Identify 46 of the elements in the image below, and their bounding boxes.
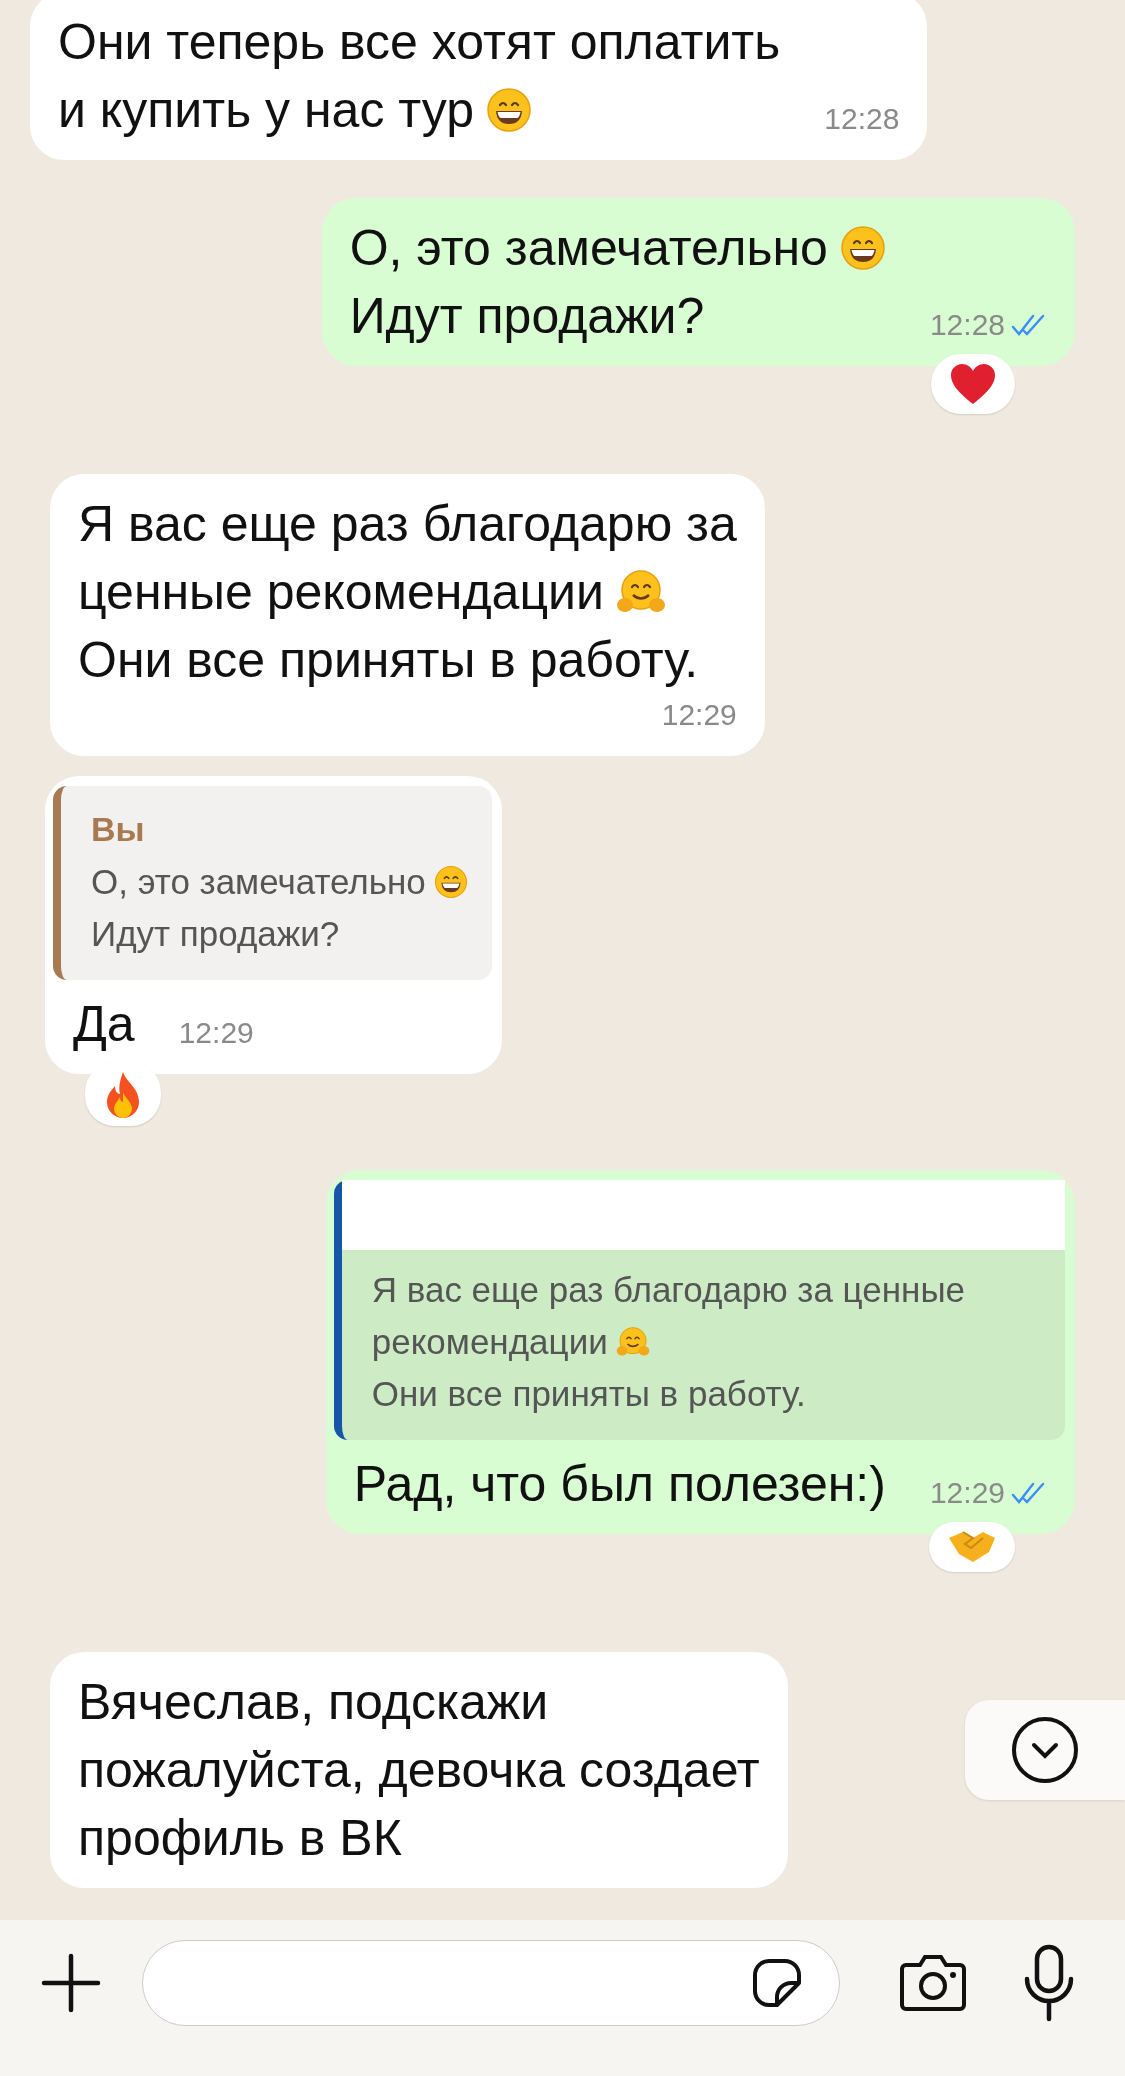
message-time: 12:29 [178, 1016, 254, 1050]
quote-text: рекомендации [371, 1321, 608, 1363]
microphone-icon[interactable] [1022, 1943, 1076, 2023]
message-text: Рад, что был полезен:) [353, 1455, 886, 1514]
plus-icon[interactable] [40, 1952, 102, 2014]
quote-author: Вы [91, 809, 146, 850]
message-bubble[interactable]: О, это замечательно Идут продажи? 12:28 [321, 198, 1075, 366]
hugging-face-icon [615, 1325, 650, 1359]
quoted-message[interactable]: Вы О, это замечательно Идут продажи? [53, 786, 492, 980]
message-bubble[interactable]: Они теперь все хотят оплатить и купить у нас тур 12:28 [30, 0, 928, 160]
grinning-face-icon [839, 225, 886, 271]
reaction-badge[interactable] [85, 1062, 161, 1126]
message-text: Они теперь все хотят оплатить [58, 13, 781, 72]
quote-text: Я вас еще раз благодарю за ценные [371, 1269, 965, 1311]
scroll-down-button[interactable] [965, 1700, 1125, 1800]
reaction-badge[interactable] [931, 354, 1015, 414]
message-text: ценные рекомендации [78, 563, 604, 622]
message-time: 12:28 [824, 102, 900, 136]
message-text: пожалуйста, девочка создает [78, 1741, 760, 1800]
chevron-down-icon [1010, 1715, 1080, 1785]
sticker-icon[interactable] [751, 1957, 803, 2009]
message-bubble[interactable]: Я вас еще раз благодарю за ценные рекомендации Они все приняты в работу. Рад, что был полезен:) 12:29 [325, 1170, 1075, 1534]
message-time: 12:29 [661, 698, 737, 732]
message-text: Вячеслав, подскажи [78, 1673, 549, 1732]
message-bubble[interactable]: Я вас еще раз благодарю за ценные рекомендации Они все приняты в работу. 12:29 [50, 474, 765, 756]
message-text: Они все приняты в работу. [78, 631, 699, 690]
grinning-face-icon [433, 865, 468, 899]
hugging-face-icon [615, 569, 666, 615]
camera-icon[interactable] [898, 1953, 968, 2013]
quoted-message[interactable]: Я вас еще раз благодарю за ценные рекомендации Они все приняты в работу. [333, 1180, 1065, 1440]
message-text: профиль в ВК [78, 1809, 402, 1868]
heart-icon [949, 362, 997, 406]
quote-text: О, это замечательно [91, 861, 426, 903]
message-text: Да [73, 995, 135, 1054]
message-bubble[interactable]: Вы О, это замечательно Идут продажи? Да 12:29 [45, 776, 502, 1074]
message-text: Идут продажи? [349, 287, 705, 346]
message-time: 12:29 [929, 1476, 1005, 1510]
grinning-face-icon [486, 87, 532, 133]
message-text: и купить у нас тур [58, 81, 474, 140]
message-time: 12:28 [929, 308, 1005, 342]
quote-text: Идут продажи? [91, 913, 340, 955]
handshake-icon [947, 1530, 997, 1564]
message-text: Я вас еще раз благодарю за [78, 495, 737, 554]
message-bubble[interactable]: Вячеслав, подскажи пожалуйста, девочка создает профиль в ВК [50, 1652, 788, 1888]
message-text: О, это замечательно [349, 219, 828, 278]
quote-text: Они все приняты в работу. [371, 1373, 806, 1415]
